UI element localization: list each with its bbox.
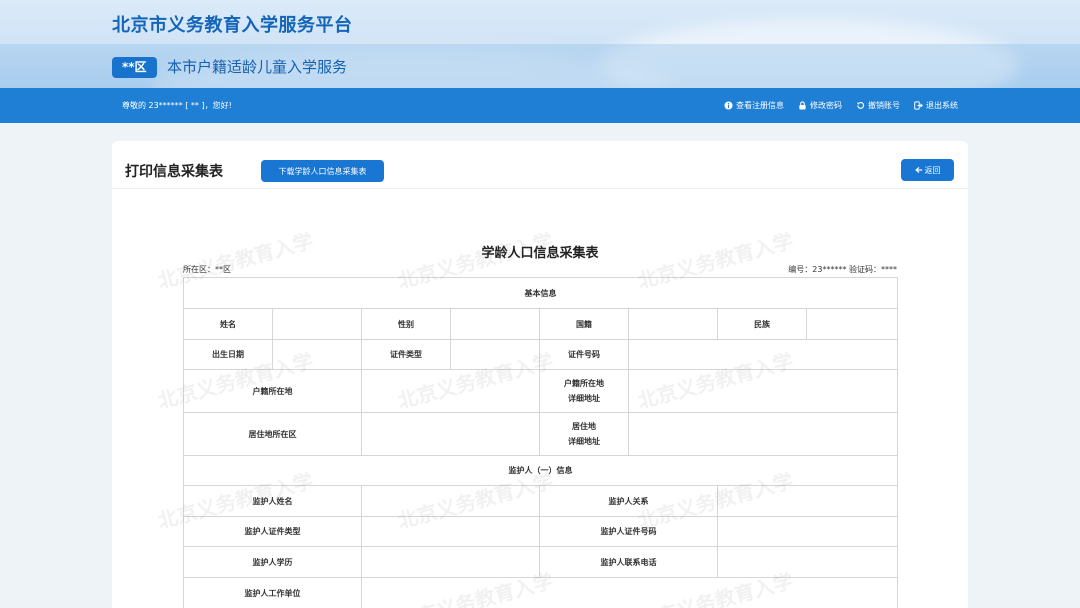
label-id-type: 证件类型: [362, 340, 451, 370]
info-table: 基本信息 姓名 性别 国籍 民族 出生日期 证件类型 证件号码 户籍所在地 户籍…: [183, 277, 898, 608]
label-guardian-employer: 监护人工作单位: [184, 578, 362, 608]
user-greeting: 尊敬的 23****** [ ** ]，您好!: [122, 88, 232, 123]
back-button[interactable]: 返回: [901, 159, 954, 181]
form-title: 学龄人口信息采集表: [112, 242, 968, 261]
nav-link-label: 修改密码: [810, 100, 842, 111]
site-title: 北京市义务教育入学服务平台: [112, 11, 353, 37]
value-id-type: [451, 340, 540, 370]
label-gender: 性别: [362, 309, 451, 340]
value-residence-district: [362, 413, 540, 456]
logout-icon: [914, 101, 923, 110]
label-hukou-address: 户籍所在地 详细地址: [540, 370, 629, 413]
label-hukou-district: 户籍所在地: [184, 370, 362, 413]
table-row: 姓名 性别 国籍 民族: [184, 309, 898, 340]
value-id-number: [629, 340, 898, 370]
header-banner: 北京市义务教育入学服务平台 **区 本市户籍适龄儿童入学服务: [0, 0, 1080, 88]
label-line: 详细地址: [542, 391, 626, 406]
section-basic-info: 基本信息: [184, 278, 898, 309]
label-residence-address: 居住地 详细地址: [540, 413, 629, 456]
nav-link-label: 退出系统: [926, 100, 958, 111]
value-residence-address: [629, 413, 898, 456]
value-guardian-relation: [718, 486, 898, 517]
label-guardian-name: 监护人姓名: [184, 486, 362, 517]
table-row: 监护人（一）信息: [184, 456, 898, 486]
undo-icon: [856, 101, 865, 110]
table-row: 基本信息: [184, 278, 898, 309]
print-form-card: 打印信息采集表 下载学龄人口信息采集表 返回 学龄人口信息采集表 所在区：**区…: [112, 141, 968, 608]
value-guardian-id-type: [362, 517, 540, 547]
value-guardian-name: [362, 486, 540, 517]
district-label: 所在区：**区: [183, 264, 231, 275]
label-guardian-education: 监护人学历: [184, 547, 362, 578]
district-badge: **区: [112, 57, 157, 78]
label-nationality: 国籍: [540, 309, 629, 340]
download-form-button[interactable]: 下载学龄人口信息采集表: [261, 160, 384, 182]
logout-link[interactable]: 退出系统: [914, 100, 958, 111]
table-row: 监护人工作单位: [184, 578, 898, 608]
arrow-left-icon: [915, 166, 923, 174]
value-guardian-education: [362, 547, 540, 578]
top-navbar: 尊敬的 23****** [ ** ]，您好! 查看注册信息 修改密码 撤销账号…: [0, 88, 1080, 123]
banner-band: [0, 44, 1080, 88]
label-ethnicity: 民族: [718, 309, 807, 340]
nav-link-label: 撤销账号: [868, 100, 900, 111]
value-gender: [451, 309, 540, 340]
label-guardian-relation: 监护人关系: [540, 486, 718, 517]
card-title: 打印信息采集表: [125, 161, 223, 181]
table-row: 监护人证件类型 监护人证件号码: [184, 517, 898, 547]
back-button-label: 返回: [925, 165, 941, 176]
table-row: 出生日期 证件类型 证件号码: [184, 340, 898, 370]
value-hukou-address: [629, 370, 898, 413]
table-row: 监护人学历 监护人联系电话: [184, 547, 898, 578]
revoke-account-link[interactable]: 撤销账号: [856, 100, 900, 111]
info-icon: [724, 101, 733, 110]
nav-links: 查看注册信息 修改密码 撤销账号 退出系统: [724, 88, 958, 123]
nav-link-label: 查看注册信息: [736, 100, 784, 111]
serial-label: 编号：23****** 验证码：****: [788, 264, 897, 275]
table-row: 居住地所在区 居住地 详细地址: [184, 413, 898, 456]
view-registration-link[interactable]: 查看注册信息: [724, 100, 784, 111]
service-name: 本市户籍适龄儿童入学服务: [167, 57, 347, 78]
label-line: 居住地: [542, 419, 626, 434]
label-residence-district: 居住地所在区: [184, 413, 362, 456]
value-nationality: [629, 309, 718, 340]
value-guardian-id-number: [718, 517, 898, 547]
label-id-number: 证件号码: [540, 340, 629, 370]
label-guardian-id-number: 监护人证件号码: [540, 517, 718, 547]
value-guardian-phone: [718, 547, 898, 578]
table-row: 监护人姓名 监护人关系: [184, 486, 898, 517]
card-header: 打印信息采集表 下载学龄人口信息采集表 返回: [112, 141, 968, 189]
label-guardian-id-type: 监护人证件类型: [184, 517, 362, 547]
lock-icon: [798, 101, 807, 110]
label-guardian-phone: 监护人联系电话: [540, 547, 718, 578]
change-password-link[interactable]: 修改密码: [798, 100, 842, 111]
value-guardian-employer: [362, 578, 898, 608]
section-guardian-info: 监护人（一）信息: [184, 456, 898, 486]
label-line: 户籍所在地: [542, 376, 626, 391]
value-name: [273, 309, 362, 340]
table-row: 户籍所在地 户籍所在地 详细地址: [184, 370, 898, 413]
value-ethnicity: [807, 309, 898, 340]
label-name: 姓名: [184, 309, 273, 340]
value-birth-date: [273, 340, 362, 370]
value-hukou-district: [362, 370, 540, 413]
label-birth-date: 出生日期: [184, 340, 273, 370]
label-line: 详细地址: [542, 434, 626, 449]
